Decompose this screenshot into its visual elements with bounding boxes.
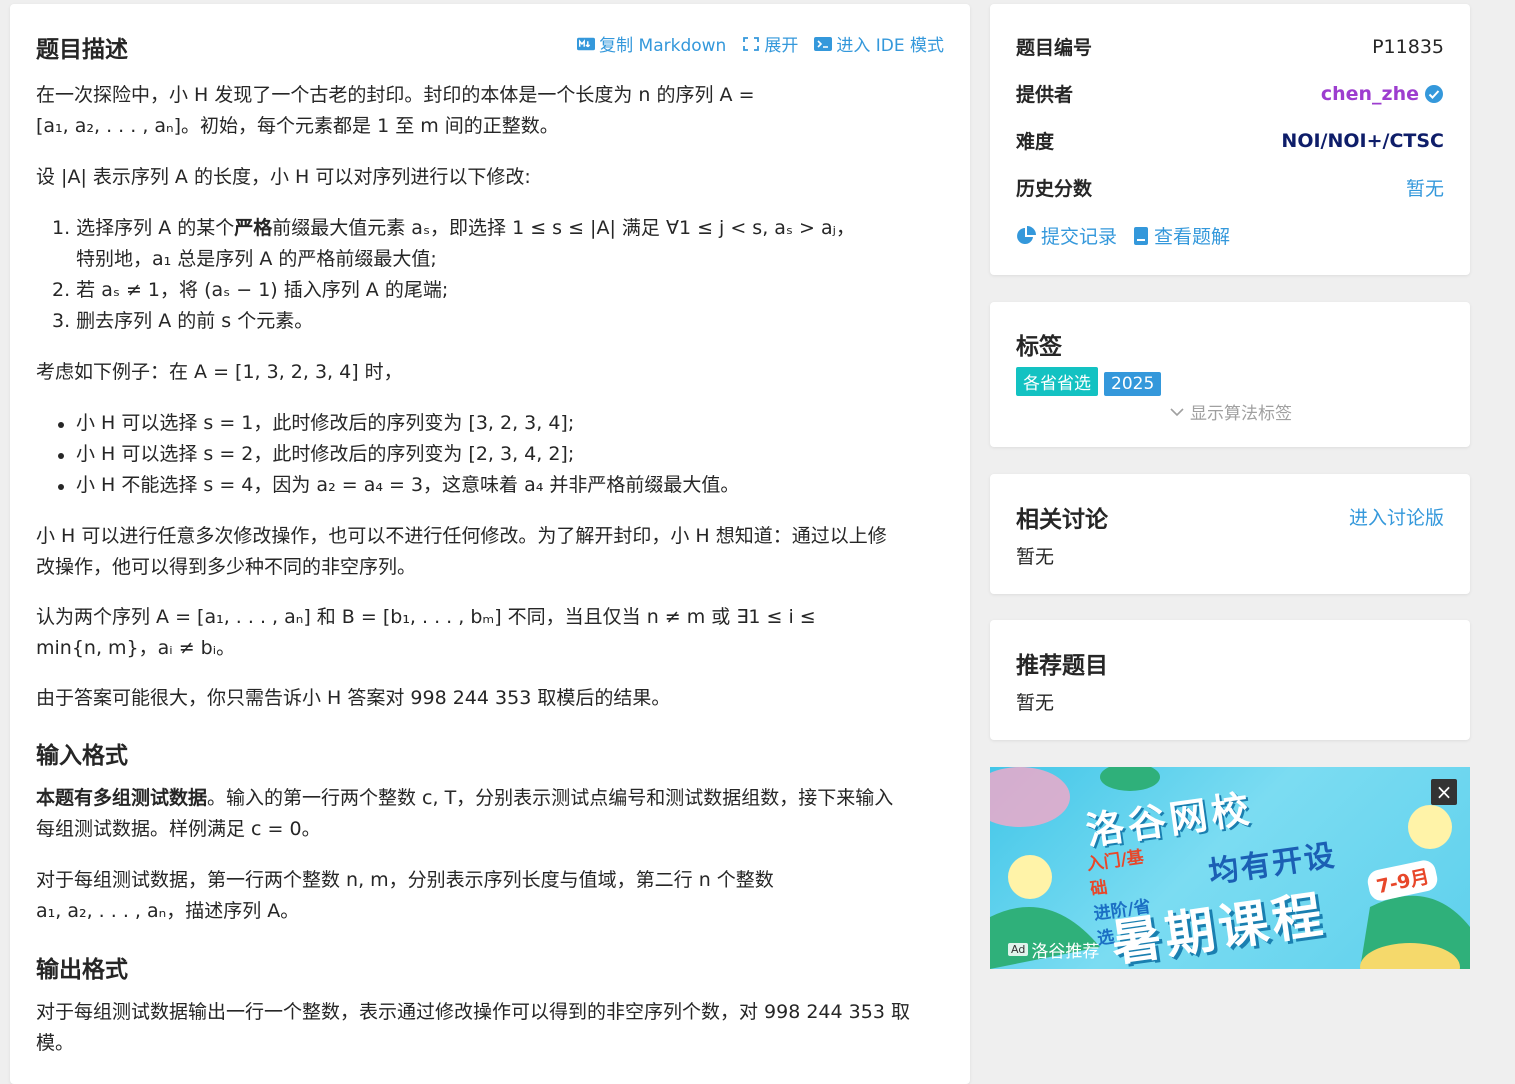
copy-markdown-label: 复制 Markdown	[599, 36, 727, 56]
example-item-2: 小 H 可以选择 s = 2，此时修改后的序列变为 [2, 3, 4, 2];	[76, 443, 575, 465]
op-item-3: 3. 删去序列 A 的前 s 个元素。	[52, 310, 314, 332]
solutions-link[interactable]: 查看题解	[1133, 222, 1230, 249]
problem-toolbar: 复制 Markdown 展开 进入 IDE 模式	[577, 31, 944, 56]
desc-p3: 考虑如下例子：在 A = [1, 3, 2, 3, 4] 时，	[36, 361, 403, 383]
info-row-id: 题目编号 P11835	[1016, 33, 1444, 60]
show-algo-tags-label: 显示算法标签	[1190, 404, 1292, 424]
problem-title: 题目描述	[36, 37, 128, 63]
op-item-1: 1. 选择序列 A 的某个严格前缀最大值元素 aₛ，即选择 1 ≤ s ≤ |A…	[52, 217, 855, 239]
desc-p2: 设 |A| 表示序列 A 的长度，小 H 可以对序列进行以下修改:	[36, 166, 531, 188]
ad-close-button[interactable]: ×	[1431, 779, 1457, 805]
ad-label: Ad 洛谷推荐	[1008, 937, 1099, 962]
bullet-dot	[58, 453, 64, 459]
show-algo-tags-button[interactable]: 显示算法标签	[1170, 399, 1292, 424]
bullet-dot	[58, 484, 64, 490]
info-row-provider: 提供者 chen_zhe	[1016, 80, 1444, 107]
desc-p6: 由于答案可能很大，你只需告诉小 H 答案对 998 244 353 取模后的结果…	[36, 687, 671, 709]
op-item-2: 2. 若 aₛ ≠ 1，将 (aₛ − 1) 插入序列 A 的尾端;	[52, 279, 449, 301]
expand-label: 展开	[764, 36, 799, 56]
bullet-dot	[58, 422, 64, 428]
provider-label: 提供者	[1016, 84, 1074, 106]
desc-p5: 认为两个序列 A = [a₁, . . . , aₙ] 和 B = [b₁, .…	[36, 606, 816, 628]
discussion-card: 相关讨论 进入讨论版 暂无	[990, 474, 1470, 594]
output-p1b: 模。	[36, 1032, 75, 1054]
tag-region[interactable]: 各省省选	[1016, 367, 1098, 396]
ide-mode-label: 进入 IDE 模式	[836, 36, 944, 56]
book-icon	[1134, 226, 1149, 245]
input-p1b: 每组测试数据。样例满足 c = 0。	[36, 818, 321, 840]
enter-discussion-link[interactable]: 进入讨论版	[1349, 503, 1444, 530]
problem-info-card: 题目编号 P11835 提供者 chen_zhe 难度 NOI/NOI+/CTS…	[990, 4, 1470, 275]
input-p2: 对于每组测试数据，第一行两个整数 n, m，分别表示序列长度与值域，第二行 n …	[36, 869, 774, 891]
ide-mode-button[interactable]: 进入 IDE 模式	[814, 31, 944, 56]
expand-button[interactable]: 展开	[742, 31, 798, 56]
copy-markdown-button[interactable]: 复制 Markdown	[577, 31, 726, 56]
recommend-title: 推荐题目	[1016, 653, 1108, 679]
id-label: 题目编号	[1016, 37, 1093, 59]
verified-badge-icon	[1425, 84, 1443, 103]
desc-p4: 小 H 可以进行任意多次修改操作，也可以不进行任何修改。为了解开封印，小 H 想…	[36, 525, 887, 547]
chevron-down-icon	[1170, 407, 1184, 416]
output-format-title: 输出格式	[36, 957, 128, 983]
id-value: P11835	[1372, 35, 1444, 58]
tags-card: 标签 各省省选 2025 显示算法标签	[990, 302, 1470, 447]
solutions-label: 查看题解	[1154, 226, 1231, 248]
example-item-1: 小 H 可以选择 s = 1，此时修改后的序列变为 [3, 2, 3, 4];	[76, 412, 575, 434]
op-item-1-cont: 特别地，a₁ 总是序列 A 的严格前缀最大值;	[76, 248, 437, 270]
difficulty-label: 难度	[1016, 131, 1055, 153]
recommend-card: 推荐题目 暂无	[990, 620, 1470, 740]
discussion-empty: 暂无	[1016, 546, 1055, 568]
input-format-title: 输入格式	[36, 743, 128, 769]
desc-p1b: [a₁, a₂, . . . , aₙ]。初始，每个元素都是 1 至 m 间的正…	[36, 115, 559, 137]
tags-list: 各省省选 2025	[1016, 367, 1167, 396]
info-actions: 提交记录 查看题解	[1016, 222, 1230, 249]
history-label: 历史分数	[1016, 178, 1093, 200]
tags-title: 标签	[1016, 334, 1062, 360]
terminal-icon	[814, 36, 833, 51]
provider-link[interactable]: chen_zhe	[1321, 83, 1444, 105]
ad-levels: 入门/基础 进阶/省选	[1085, 847, 1152, 950]
submissions-label: 提交记录	[1041, 226, 1118, 248]
desc-p1: 在一次探险中，小 H 发现了一个古老的封印。封印的本体是一个长度为 n 的序列 …	[36, 84, 755, 106]
problem-card: 题目描述 复制 Markdown 展开 进入 IDE 模式 在一次探险中，小 H…	[10, 4, 970, 1084]
recommend-empty: 暂无	[1016, 692, 1055, 714]
submissions-link[interactable]: 提交记录	[1016, 222, 1117, 249]
input-p2b: a₁, a₂, . . . , aₙ，描述序列 A。	[36, 900, 300, 922]
output-p1: 对于每组测试数据输出一行一个整数，表示通过修改操作可以得到的非空序列个数，对 9…	[36, 1001, 910, 1023]
discussion-title: 相关讨论	[1016, 507, 1108, 533]
markdown-icon	[577, 37, 596, 50]
example-item-3: 小 H 不能选择 s = 4，因为 a₂ = a₄ = 3，这意味着 a₄ 并非…	[76, 474, 740, 496]
desc-p4b: 改操作，他可以得到多少种不同的非空序列。	[36, 556, 417, 578]
expand-icon	[743, 36, 760, 51]
tag-year[interactable]: 2025	[1104, 372, 1162, 396]
info-row-difficulty: 难度 NOI/NOI+/CTSC	[1016, 127, 1444, 154]
ad-banner[interactable]: 洛谷网校 入门/基础 进阶/省选 均有开设 7-9月 暑期课程 Ad 洛谷推荐 …	[990, 767, 1470, 969]
info-row-history: 历史分数 暂无	[1016, 174, 1444, 201]
difficulty-value: NOI/NOI+/CTSC	[1281, 129, 1444, 152]
provider-name: chen_zhe	[1320, 82, 1419, 105]
input-p1: 本题有多组测试数据。输入的第一行两个整数 c, T，分别表示测试点编号和测试数据…	[36, 787, 894, 809]
desc-p5b: min{n, m}，aᵢ ≠ bᵢ。	[36, 637, 236, 659]
history-value[interactable]: 暂无	[1406, 174, 1444, 201]
pie-chart-icon	[1017, 225, 1036, 244]
